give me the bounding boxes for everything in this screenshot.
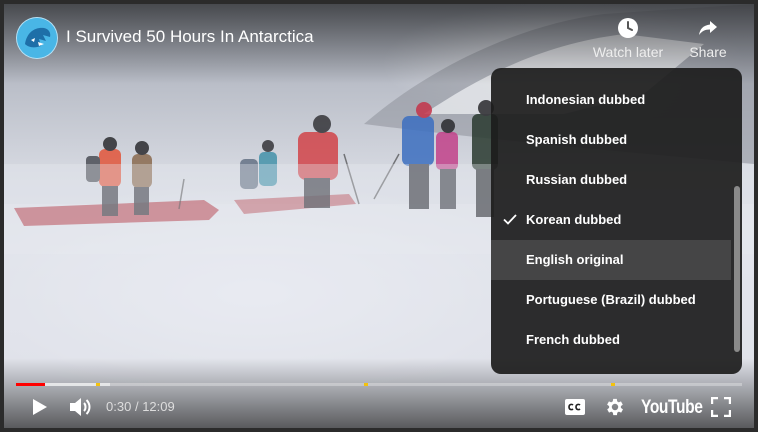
- menu-item-label: Russian dubbed: [526, 172, 628, 187]
- menu-item-label: Portuguese (Brazil) dubbed: [526, 292, 696, 307]
- volume-icon: [70, 398, 91, 416]
- menu-item-label: Indonesian dubbed: [526, 92, 646, 107]
- menu-item-french-dubbed[interactable]: French dubbed: [491, 320, 731, 360]
- video-player[interactable]: I Survived 50 Hours In Antarctica Watch …: [4, 4, 754, 428]
- settings-button[interactable]: [604, 396, 626, 418]
- mute-button[interactable]: [68, 395, 94, 419]
- video-title[interactable]: I Survived 50 Hours In Antarctica: [66, 27, 314, 47]
- watch-later-button[interactable]: Watch later: [592, 16, 664, 60]
- play-icon: [33, 399, 47, 415]
- fullscreen-icon: [710, 396, 732, 418]
- menu-item-russian-dubbed[interactable]: Russian dubbed: [491, 160, 731, 200]
- settings-gear-icon: [607, 398, 623, 416]
- youtube-logo[interactable]: YouTube: [641, 397, 703, 419]
- menu-item-label: Spanish dubbed: [526, 132, 628, 147]
- chapter-marker: [364, 383, 369, 386]
- time-display: 0:30 / 12:09: [106, 399, 175, 414]
- chapter-marker: [95, 383, 100, 386]
- play-button[interactable]: [28, 396, 50, 418]
- channel-logo-icon: [17, 18, 57, 58]
- audio-track-menu[interactable]: Indonesian dubbed Spanish dubbed Russian…: [491, 68, 742, 374]
- captions-icon: [565, 399, 585, 415]
- clock-icon: [618, 18, 638, 38]
- menu-item-english-original[interactable]: English original: [491, 240, 731, 280]
- captions-button[interactable]: [564, 398, 586, 416]
- menu-item-korean-dubbed[interactable]: Korean dubbed: [491, 200, 731, 240]
- channel-avatar[interactable]: [16, 17, 58, 59]
- menu-item-label: English original: [526, 252, 624, 267]
- fullscreen-button[interactable]: [710, 396, 732, 418]
- progress-played: [16, 383, 46, 386]
- chapter-marker: [611, 383, 616, 386]
- menu-item-label: French dubbed: [526, 332, 620, 347]
- share-arrow-icon: [699, 21, 717, 35]
- menu-item-spanish-dubbed[interactable]: Spanish dubbed: [491, 120, 731, 160]
- time-total: 12:09: [142, 399, 175, 414]
- time-separator: /: [134, 399, 139, 414]
- share-label: Share: [689, 44, 727, 60]
- time-current: 0:30: [106, 399, 132, 414]
- menu-scrollbar-thumb[interactable]: [734, 186, 740, 352]
- menu-item-portuguese-brazil-dubbed[interactable]: Portuguese (Brazil) dubbed: [491, 280, 731, 320]
- menu-item-label: Korean dubbed: [526, 212, 622, 227]
- checkmark-icon: [503, 214, 517, 225]
- menu-item-indonesian-dubbed[interactable]: Indonesian dubbed: [491, 80, 731, 120]
- progress-bar[interactable]: [16, 383, 742, 386]
- watch-later-label: Watch later: [592, 44, 664, 60]
- share-button[interactable]: Share: [684, 16, 732, 60]
